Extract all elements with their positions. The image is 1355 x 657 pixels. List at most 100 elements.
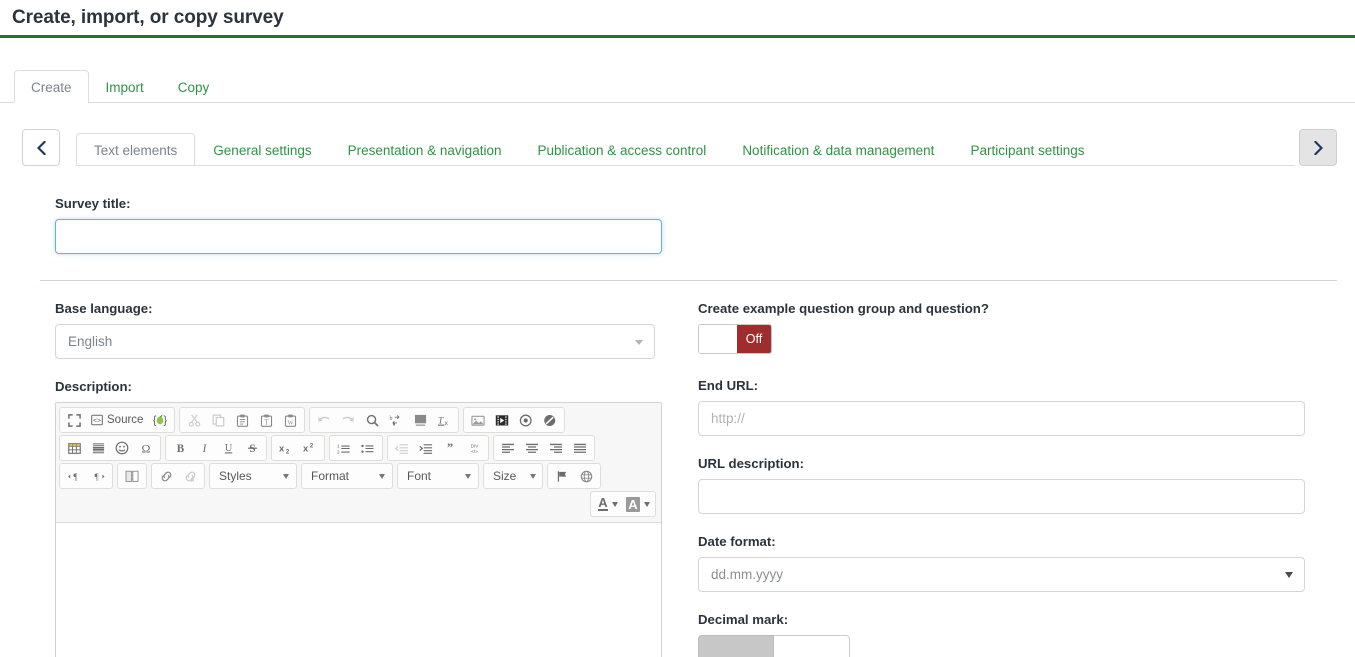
description-editor-body[interactable] xyxy=(56,523,661,657)
tab-import[interactable]: Import xyxy=(89,70,161,104)
size-combo[interactable]: Size xyxy=(483,463,543,489)
paste-word-icon[interactable]: W xyxy=(278,409,302,431)
tab-publication-access-control[interactable]: Publication & access control xyxy=(519,133,724,167)
svg-text:</>: </> xyxy=(471,449,478,454)
strikethrough-icon[interactable]: S xyxy=(240,437,264,459)
rtl-icon[interactable]: ¶ xyxy=(86,465,110,487)
link-icon[interactable] xyxy=(154,465,178,487)
chevron-down-icon xyxy=(465,474,471,479)
svg-text:¶: ¶ xyxy=(94,473,99,483)
font-combo[interactable]: Font xyxy=(397,463,479,489)
base-language-block: Base language: English xyxy=(55,301,660,359)
flash-icon[interactable] xyxy=(490,409,514,431)
date-format-value: dd.mm.yyyy xyxy=(711,567,783,582)
div-container-icon[interactable]: DIV</> xyxy=(462,437,486,459)
superscript-icon[interactable]: x2 xyxy=(298,437,322,459)
url-description-input[interactable] xyxy=(698,479,1305,514)
remove-format-icon[interactable]: Tx xyxy=(432,409,456,431)
table-icon[interactable] xyxy=(62,437,86,459)
scayt-icon[interactable] xyxy=(538,409,562,431)
flag-icon[interactable] xyxy=(550,465,574,487)
tab-copy[interactable]: Copy xyxy=(161,70,227,104)
example-question-toggle[interactable]: Off xyxy=(698,324,772,354)
italic-icon[interactable]: I xyxy=(192,437,216,459)
tab-presentation-navigation[interactable]: Presentation & navigation xyxy=(330,133,520,167)
tabs-prev-button[interactable] xyxy=(22,129,60,166)
format-combo[interactable]: Format xyxy=(301,463,393,489)
svg-text:Ω: Ω xyxy=(142,442,151,455)
date-format-label: Date format: xyxy=(698,534,1300,549)
subscript-icon[interactable]: x2 xyxy=(274,437,298,459)
select-all-icon[interactable] xyxy=(408,409,432,431)
numbered-list-icon[interactable]: 12 xyxy=(332,437,356,459)
editor-group-basicstyles: B I U S xyxy=(165,435,267,461)
replace-icon[interactable]: ba xyxy=(384,409,408,431)
unlink-icon[interactable] xyxy=(178,465,202,487)
base-language-select[interactable]: English xyxy=(55,324,655,359)
ltr-icon[interactable]: ¶ xyxy=(62,465,86,487)
end-url-input[interactable] xyxy=(698,401,1305,436)
justify-icon[interactable] xyxy=(568,437,592,459)
decimal-mark-option-0[interactable] xyxy=(698,635,774,657)
decimal-mark-option-1[interactable] xyxy=(774,635,850,657)
date-format-select[interactable]: dd.mm.yyyy xyxy=(698,557,1305,592)
editor-group-pagebreak xyxy=(117,463,147,489)
svg-text:<>: <> xyxy=(93,417,101,425)
date-format-block: Date format: dd.mm.yyyy xyxy=(698,534,1300,592)
description-block: Description: <> xyxy=(55,379,660,657)
bold-icon[interactable]: B xyxy=(168,437,192,459)
redo-icon[interactable] xyxy=(336,409,360,431)
lime-icon[interactable]: { } xyxy=(148,409,172,431)
indent-icon[interactable] xyxy=(414,437,438,459)
tab-panel-text-elements: Survey title: Base language: English Des… xyxy=(0,169,1355,657)
bulleted-list-icon[interactable] xyxy=(356,437,380,459)
globe-icon[interactable] xyxy=(574,465,598,487)
smiley-icon[interactable] xyxy=(110,437,134,459)
tab-participant-settings[interactable]: Participant settings xyxy=(952,133,1102,167)
media-icon[interactable] xyxy=(514,409,538,431)
maximize-icon[interactable] xyxy=(62,409,86,431)
paste-icon[interactable] xyxy=(230,409,254,431)
base-language-label: Base language: xyxy=(55,301,660,316)
outdent-icon[interactable] xyxy=(390,437,414,459)
tab-create[interactable]: Create xyxy=(14,70,89,104)
cut-icon[interactable] xyxy=(182,409,206,431)
right-column: Create example question group and questi… xyxy=(660,301,1300,657)
underline-icon[interactable]: U xyxy=(216,437,240,459)
text-color-icon[interactable]: A xyxy=(593,493,623,515)
editor-group-indent: ” DIV</> xyxy=(387,435,489,461)
page-break-icon[interactable] xyxy=(120,465,144,487)
horizontal-rule-icon[interactable] xyxy=(86,437,110,459)
editor-group-language xyxy=(547,463,601,489)
styles-combo[interactable]: Styles xyxy=(209,463,297,489)
svg-text:S: S xyxy=(249,443,255,455)
blockquote-icon[interactable]: ” xyxy=(438,437,462,459)
special-char-icon[interactable]: Ω xyxy=(134,437,158,459)
align-center-icon[interactable] xyxy=(520,437,544,459)
editor-toolbar-row-4: A A xyxy=(59,491,658,517)
editor-group-scripts: x2 x2 xyxy=(271,435,325,461)
svg-text:2: 2 xyxy=(337,449,340,454)
tab-general-settings[interactable]: General settings xyxy=(195,133,329,167)
undo-icon[interactable] xyxy=(312,409,336,431)
settings-tabs: Text elements General settings Presentat… xyxy=(76,129,1295,166)
decimal-mark-label: Decimal mark: xyxy=(698,612,1300,627)
source-button[interactable]: <> Source xyxy=(86,409,148,431)
svg-text:W: W xyxy=(288,420,294,426)
image-icon[interactable] xyxy=(466,409,490,431)
find-icon[interactable] xyxy=(360,409,384,431)
editor-group-align xyxy=(493,435,595,461)
align-right-icon[interactable] xyxy=(544,437,568,459)
editor-group-clipboard: T W xyxy=(179,407,305,433)
create-survey-page: Create, import, or copy survey Create Im… xyxy=(0,0,1355,657)
background-color-icon[interactable]: A xyxy=(623,493,653,515)
paste-text-icon[interactable]: T xyxy=(254,409,278,431)
copy-icon[interactable] xyxy=(206,409,230,431)
editor-group-editing: ba Tx xyxy=(309,407,459,433)
align-left-icon[interactable] xyxy=(496,437,520,459)
tab-notification-data-management[interactable]: Notification & data management xyxy=(724,133,952,167)
tabs-next-button[interactable] xyxy=(1299,129,1337,166)
tab-text-elements[interactable]: Text elements xyxy=(76,133,195,167)
base-language-value: English xyxy=(68,334,112,349)
survey-title-input[interactable] xyxy=(55,219,662,254)
